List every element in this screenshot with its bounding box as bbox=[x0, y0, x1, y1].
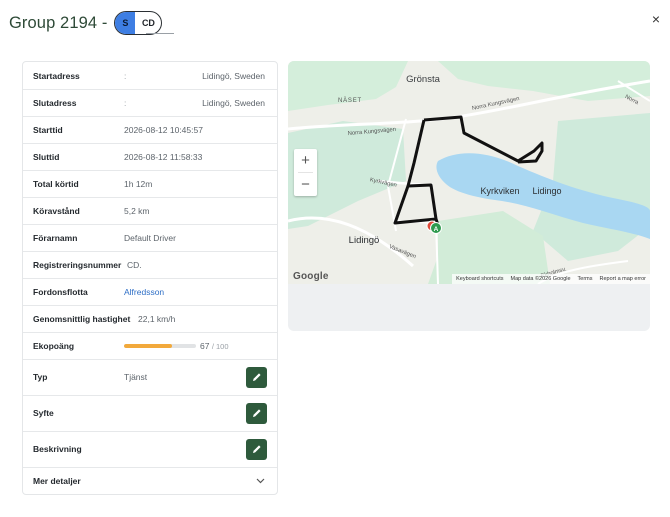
distance-value: 5,2 km bbox=[124, 205, 150, 216]
end-address-value: Lidingö, Sweden bbox=[202, 97, 265, 108]
type-value: Tjänst bbox=[124, 372, 148, 382]
description-label: Beskrivning bbox=[33, 444, 82, 454]
type-label: Typ bbox=[33, 372, 48, 382]
end-address-colon: : bbox=[124, 97, 127, 108]
keyboard-shortcuts-link[interactable]: Keyboard shortcuts bbox=[456, 276, 503, 282]
fleet-label: Fordonsflotta bbox=[33, 286, 88, 297]
edit-type-button[interactable] bbox=[246, 366, 267, 388]
end-time-value: 2026-08-12 11:58:33 bbox=[124, 151, 203, 162]
end-time-label: Sluttid bbox=[33, 151, 60, 162]
row-driver: Förarnamn Default Driver bbox=[23, 224, 277, 252]
start-address-value: Lidingö, Sweden bbox=[202, 70, 265, 81]
google-logo[interactable]: Google bbox=[293, 271, 329, 282]
pencil-icon bbox=[252, 373, 261, 381]
start-address-label: Startadress bbox=[33, 70, 80, 81]
row-type: Typ Tjänst bbox=[23, 359, 277, 396]
eco-score-number: 67 bbox=[200, 340, 210, 351]
row-end-address: Slutadress : Lidingö, Sweden bbox=[23, 89, 277, 117]
row-total-drive-time: Total körtid 1h 12m bbox=[23, 170, 277, 198]
row-start-time: Starttid 2026-08-12 10:45:57 bbox=[23, 116, 277, 144]
more-details-toggle[interactable]: Mer detaljer bbox=[23, 467, 277, 495]
driver-value: Default Driver bbox=[124, 232, 176, 243]
page-title: Group 2194 - bbox=[9, 13, 108, 32]
start-time-label: Starttid bbox=[33, 124, 63, 135]
row-distance: Köravstånd 5,2 km bbox=[23, 197, 277, 225]
row-purpose: Syfte bbox=[23, 395, 277, 432]
eco-score-bar bbox=[124, 343, 196, 348]
zoom-controls: + − bbox=[294, 149, 317, 196]
map-label-gronsta: Grönsta bbox=[406, 74, 441, 85]
row-avg-speed: Genomsnittlig hastighet 22,1 km/h bbox=[23, 305, 277, 333]
map-attribution: Keyboard shortcuts Map data ©2026 Google… bbox=[452, 274, 650, 284]
avg-speed-value: 22,1 km/h bbox=[138, 313, 176, 324]
total-drive-time-label: Total körtid bbox=[33, 178, 79, 189]
pencil-icon bbox=[252, 445, 261, 453]
eco-score-value: 67 / 100 bbox=[200, 341, 229, 351]
trip-map[interactable]: A Grönsta NÄSET Norra Kungsvägen Norra K… bbox=[288, 61, 650, 285]
map-marker-label: A bbox=[434, 226, 439, 233]
map-label-lidingo-south: Lidingö bbox=[349, 235, 380, 246]
toggle-option-cd[interactable]: CD bbox=[135, 18, 161, 28]
trip-details-panel: Startadress : Lidingö, Sweden Slutadress… bbox=[22, 61, 278, 495]
eco-score-label: Ekopoäng bbox=[33, 340, 75, 351]
purpose-label: Syfte bbox=[33, 408, 54, 418]
distance-label: Köravstånd bbox=[33, 205, 80, 216]
map-label-kyrkviken: Kyrkviken bbox=[480, 186, 519, 196]
report-map-error-link[interactable]: Report a map error bbox=[600, 276, 646, 282]
page-header: Group 2194 - S CD bbox=[9, 10, 163, 36]
row-eco-score: Ekopoäng 67 / 100 bbox=[23, 332, 277, 360]
edit-description-button[interactable] bbox=[246, 438, 267, 460]
pencil-icon bbox=[252, 409, 261, 417]
row-start-address: Startadress : Lidingö, Sweden bbox=[23, 62, 277, 90]
registration-label: Registreringsnummer bbox=[33, 259, 122, 270]
row-registration: Registreringsnummer CD. bbox=[23, 251, 277, 279]
map-label-lidingo-east: Lidingo bbox=[532, 186, 561, 196]
total-drive-time-value: 1h 12m bbox=[124, 178, 153, 189]
row-description: Beskrivning bbox=[23, 431, 277, 468]
zoom-out-button[interactable]: − bbox=[294, 173, 317, 196]
edit-purpose-button[interactable] bbox=[246, 402, 267, 424]
eco-score-bar-fill bbox=[124, 343, 173, 348]
map-canvas[interactable]: A Grönsta NÄSET Norra Kungsvägen Norra K… bbox=[288, 61, 650, 285]
toggle-option-s[interactable]: S bbox=[115, 12, 136, 34]
row-end-time: Sluttid 2026-08-12 11:58:33 bbox=[23, 143, 277, 171]
avg-speed-label: Genomsnittlig hastighet bbox=[33, 313, 131, 324]
more-details-label: Mer detaljer bbox=[33, 476, 81, 486]
start-time-value: 2026-08-12 10:45:57 bbox=[124, 124, 203, 135]
map-label-naset: NÄSET bbox=[338, 97, 362, 104]
fleet-link[interactable]: Alfredsson bbox=[124, 287, 164, 297]
chevron-down-icon bbox=[256, 478, 265, 484]
terms-link[interactable]: Terms bbox=[578, 276, 593, 282]
registration-value: CD. bbox=[127, 259, 142, 270]
view-toggle[interactable]: S CD bbox=[114, 11, 163, 35]
end-address-label: Slutadress bbox=[33, 97, 77, 108]
row-fleet: Fordonsflotta Alfredsson bbox=[23, 278, 277, 306]
driver-label: Förarnamn bbox=[33, 232, 78, 243]
zoom-in-button[interactable]: + bbox=[294, 149, 317, 172]
start-address-colon: : bbox=[124, 70, 127, 81]
close-icon[interactable]: × bbox=[652, 11, 660, 27]
map-card: A Grönsta NÄSET Norra Kungsvägen Norra K… bbox=[288, 61, 650, 331]
map-data-text: Map data ©2026 Google bbox=[510, 276, 571, 282]
toggle-underline bbox=[146, 33, 174, 34]
eco-score-max: / 100 bbox=[211, 341, 229, 351]
